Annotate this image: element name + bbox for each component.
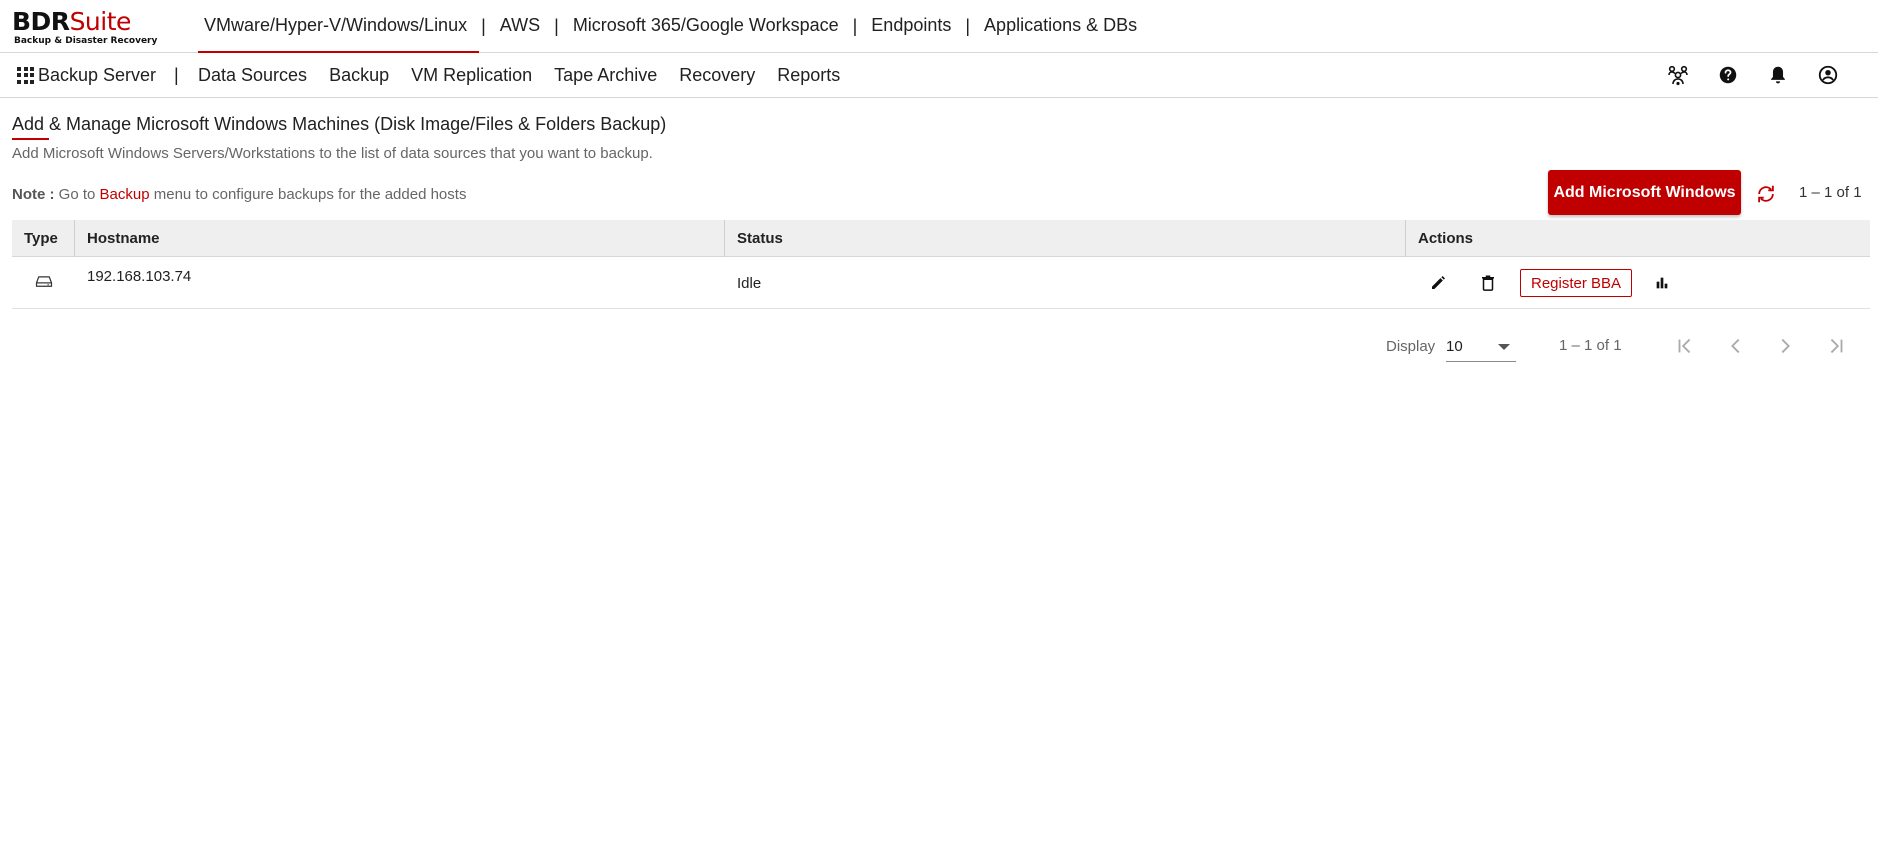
- hard-drive-icon: [35, 272, 53, 294]
- note-prefix: Go to: [54, 186, 100, 203]
- backup-note: Note : Go to Backup menu to configure ba…: [12, 186, 466, 203]
- edit-icon[interactable]: [1426, 271, 1450, 295]
- note-label: Note :: [12, 186, 55, 203]
- page-range-label: 1 – 1 of 1: [1559, 337, 1622, 354]
- type-cell: [12, 257, 75, 309]
- notifications-icon[interactable]: [1766, 63, 1790, 87]
- chevron-down-icon: [1498, 344, 1510, 350]
- logo-wordmark: BDRSuite: [12, 7, 131, 36]
- bdrsuite-logo[interactable]: BDRSuite Backup & Disaster Recovery: [12, 7, 158, 49]
- nav-separator: |: [481, 16, 486, 36]
- table-row: 192.168.103.74 Idle Register BBA: [12, 257, 1870, 309]
- column-header-actions: Actions: [1418, 230, 1474, 247]
- column-header-hostname[interactable]: Hostname: [75, 220, 725, 257]
- first-page-icon[interactable]: [1671, 332, 1699, 360]
- note-suffix: menu to configure backups for the added …: [149, 186, 467, 203]
- nav-data-sources[interactable]: Data Sources: [198, 65, 307, 86]
- nav-separator: |: [174, 65, 179, 85]
- last-page-icon[interactable]: [1822, 332, 1850, 360]
- nav-vm-replication[interactable]: VM Replication: [411, 65, 532, 86]
- previous-page-icon[interactable]: [1722, 332, 1750, 360]
- column-header-type[interactable]: Type: [12, 220, 75, 257]
- top-range-label: 1 – 1 of 1: [1799, 184, 1862, 201]
- nav-backup[interactable]: Backup: [329, 65, 389, 86]
- data-sources-table: Type Hostname Status Actions 192.168.103…: [12, 220, 1870, 309]
- backup-server-label: Backup Server: [38, 64, 157, 85]
- section-nav: Data Sources Backup VM Replication Tape …: [198, 53, 862, 97]
- header-icons: [1640, 53, 1840, 97]
- backup-link[interactable]: Backup: [100, 186, 150, 203]
- page-size-select[interactable]: 10: [1446, 330, 1516, 362]
- backup-server-menu[interactable]: Backup Server: [17, 53, 156, 97]
- title-underline: [12, 138, 49, 140]
- logo-tagline: Backup & Disaster Recovery: [14, 36, 158, 46]
- actions-cell: Register BBA: [1406, 257, 1870, 309]
- page-title: Add & Manage Microsoft Windows Machines …: [12, 114, 667, 134]
- product-tab-microsoft365[interactable]: Microsoft 365/Google Workspace: [567, 0, 845, 53]
- hostname-cell: 192.168.103.74: [87, 268, 192, 285]
- status-cell: Idle: [737, 275, 762, 292]
- delete-icon[interactable]: [1476, 271, 1500, 295]
- nav-separator: |: [965, 16, 971, 36]
- help-icon[interactable]: [1716, 63, 1740, 87]
- community-icon[interactable]: [1666, 63, 1690, 87]
- sub-nav-bar: Backup Server | Data Sources Backup VM R…: [0, 53, 1878, 98]
- add-microsoft-windows-button[interactable]: Add Microsoft Windows: [1548, 170, 1741, 215]
- product-tab-vmware[interactable]: VMware/Hyper-V/Windows/Linux: [198, 0, 480, 53]
- display-label: Display: [1386, 338, 1436, 355]
- account-icon[interactable]: [1816, 63, 1840, 87]
- nav-separator: |: [852, 16, 858, 36]
- pagination: Display 10 1 – 1 of 1: [1386, 326, 1878, 366]
- nav-reports[interactable]: Reports: [777, 65, 840, 86]
- product-tab-endpoints[interactable]: Endpoints: [865, 0, 957, 53]
- product-nav: VMware/Hyper-V/Windows/Linux | AWS | Mic…: [198, 0, 1143, 53]
- table-header: Type Hostname Status Actions: [12, 220, 1870, 257]
- page-subtitle: Add Microsoft Windows Servers/Workstatio…: [12, 145, 653, 162]
- product-tab-aws[interactable]: AWS: [494, 0, 546, 53]
- nav-recovery[interactable]: Recovery: [679, 65, 755, 86]
- page-size-value: 10: [1446, 338, 1463, 355]
- next-page-icon[interactable]: [1771, 332, 1799, 360]
- register-bba-button[interactable]: Register BBA: [1520, 269, 1633, 297]
- bar-chart-icon[interactable]: [1650, 271, 1674, 295]
- nav-tape-archive[interactable]: Tape Archive: [554, 65, 657, 86]
- column-header-status[interactable]: Status: [725, 220, 1406, 257]
- top-bar: BDRSuite Backup & Disaster Recovery VMwa…: [0, 0, 1878, 53]
- nav-separator: |: [554, 16, 559, 36]
- apps-grid-icon: [17, 66, 34, 84]
- refresh-icon[interactable]: [1754, 182, 1778, 206]
- product-tab-applications[interactable]: Applications & DBs: [978, 0, 1143, 53]
